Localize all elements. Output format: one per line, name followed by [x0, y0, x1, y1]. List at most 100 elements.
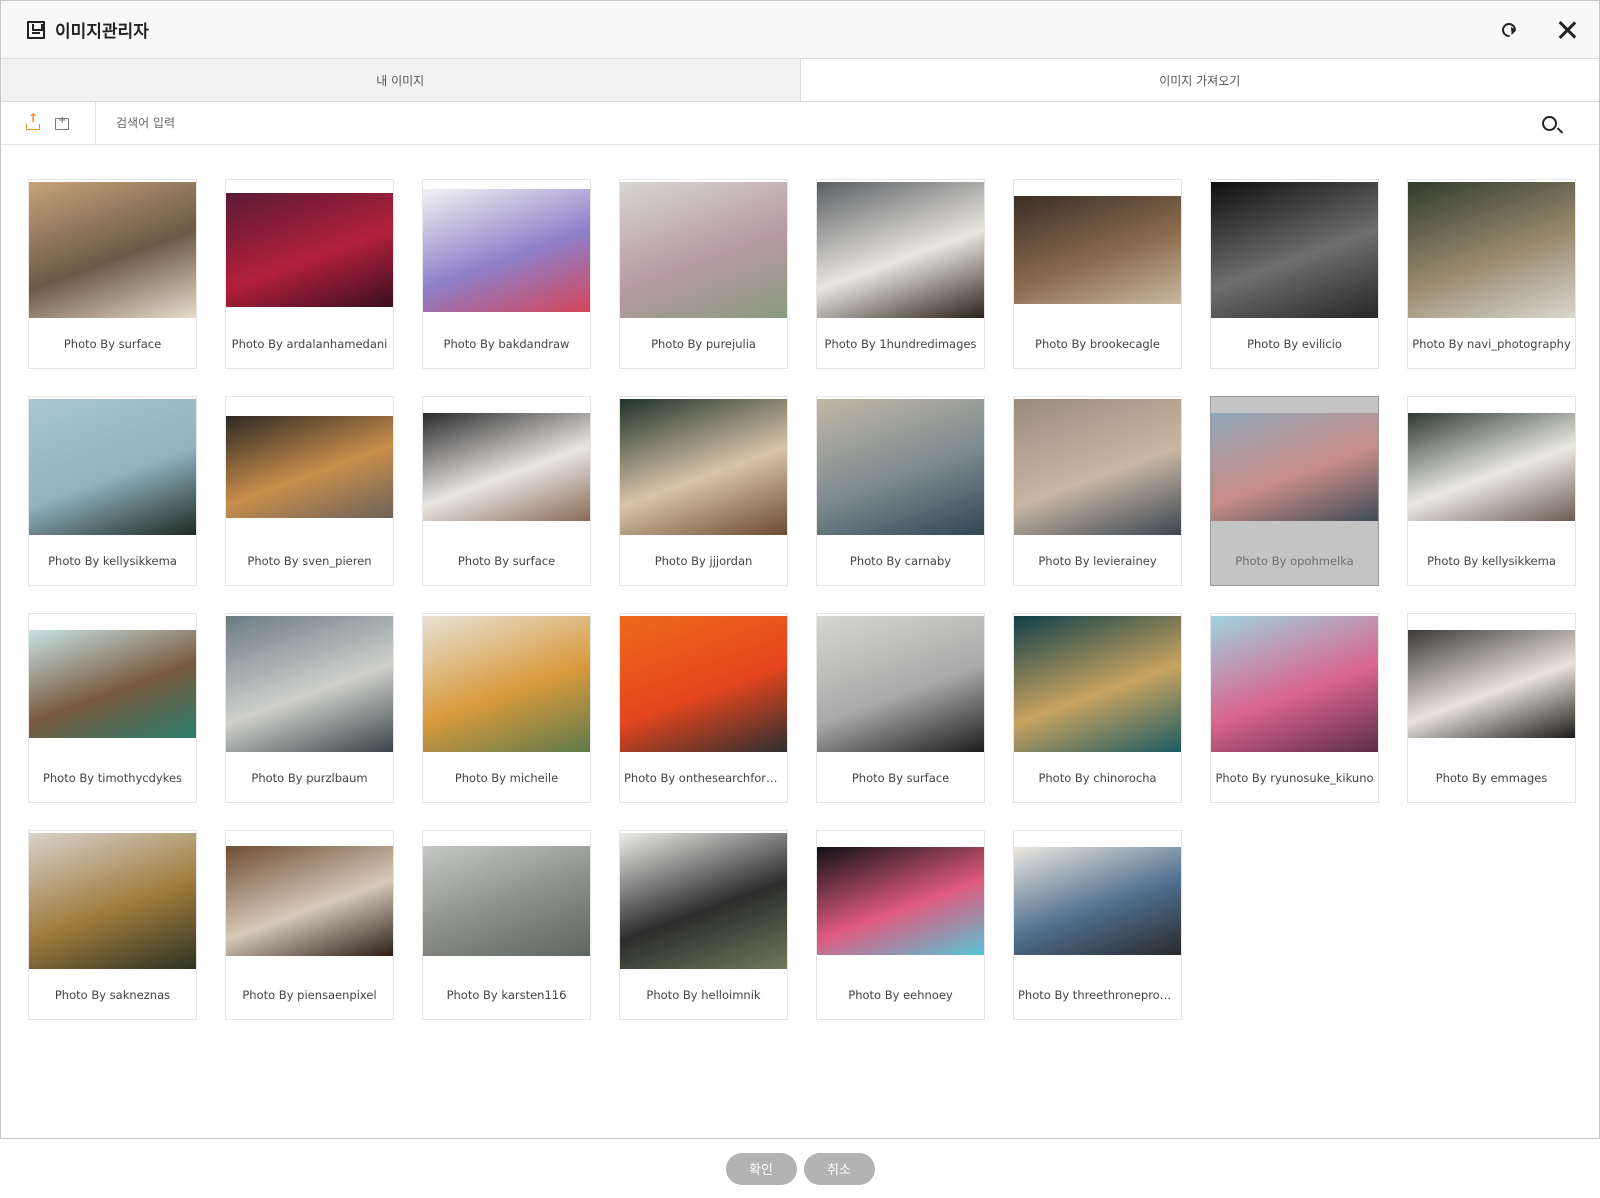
- image-thumbnail-frame: [29, 831, 196, 971]
- image-card[interactable]: Photo By surface: [422, 396, 591, 586]
- close-icon: [1558, 21, 1576, 39]
- image-thumbnail: [620, 182, 787, 318]
- image-caption-wrap: Photo By kellysikkema: [1408, 537, 1575, 585]
- image-caption-wrap: Photo By surface: [423, 537, 590, 585]
- image-caption: Photo By sakneznas: [54, 988, 171, 1002]
- image-thumbnail: [1408, 630, 1575, 738]
- image-caption: Photo By jjjordan: [654, 554, 753, 568]
- image-thumbnail: [29, 833, 196, 969]
- image-card[interactable]: Photo By navi_photography: [1407, 179, 1576, 369]
- image-card[interactable]: Photo By brookecagle: [1013, 179, 1182, 369]
- image-card[interactable]: Photo By carnaby: [816, 396, 985, 586]
- search-input[interactable]: [96, 102, 1529, 144]
- image-thumbnail-frame: [29, 397, 196, 537]
- image-caption-wrap: Photo By opohmelka: [1211, 537, 1378, 585]
- image-caption: Photo By surface: [457, 554, 556, 568]
- image-thumbnail-frame: [620, 831, 787, 971]
- image-thumbnail-frame: [1408, 180, 1575, 320]
- image-caption-wrap: Photo By ardalanhamedani: [226, 320, 393, 368]
- image-caption-wrap: Photo By threethroneproductions: [1014, 971, 1181, 1019]
- image-thumbnail: [620, 399, 787, 535]
- image-card[interactable]: Photo By ardalanhamedani: [225, 179, 394, 369]
- image-card[interactable]: Photo By sven_pieren: [225, 396, 394, 586]
- search-button[interactable]: [1529, 103, 1569, 143]
- image-card[interactable]: Photo By bakdandraw: [422, 179, 591, 369]
- image-thumbnail-frame: [620, 614, 787, 754]
- image-thumbnail: [817, 399, 984, 535]
- image-card[interactable]: Photo By levierainey: [1013, 396, 1182, 586]
- image-card[interactable]: Photo By purzlbaum: [225, 613, 394, 803]
- image-thumbnail-frame: [423, 614, 590, 754]
- image-thumbnail: [620, 616, 787, 752]
- image-card[interactable]: Photo By surface: [816, 613, 985, 803]
- toolbar: [1, 102, 1599, 145]
- image-card[interactable]: Photo By threethroneproductions: [1013, 830, 1182, 1020]
- image-thumbnail-frame: [226, 397, 393, 537]
- image-thumbnail-frame: [226, 614, 393, 754]
- image-caption: Photo By 1hundredimages: [824, 337, 977, 351]
- image-caption-wrap: Photo By eehnoey: [817, 971, 984, 1019]
- image-caption: Photo By sven_pieren: [247, 554, 372, 568]
- refresh-button[interactable]: [1491, 12, 1527, 48]
- image-caption-wrap: Photo By micheile: [423, 754, 590, 802]
- tool-icons: [1, 102, 96, 144]
- image-card[interactable]: Photo By sakneznas: [28, 830, 197, 1020]
- image-card[interactable]: Photo By kellysikkema: [1407, 396, 1576, 586]
- image-thumbnail: [423, 188, 590, 312]
- image-card[interactable]: Photo By purejulia: [619, 179, 788, 369]
- image-thumbnail-frame: [226, 180, 393, 320]
- image-card[interactable]: Photo By kellysikkema: [28, 396, 197, 586]
- image-thumbnail: [1014, 399, 1181, 535]
- image-card[interactable]: Photo By onthesearchforpixels: [619, 613, 788, 803]
- image-card[interactable]: Photo By 1hundredimages: [816, 179, 985, 369]
- image-thumbnail: [423, 846, 590, 956]
- image-thumbnail-frame: [423, 831, 590, 971]
- image-card[interactable]: Photo By timothycdykes: [28, 613, 197, 803]
- image-card[interactable]: Photo By piensaenpixel: [225, 830, 394, 1020]
- image-caption: Photo By karsten116: [446, 988, 567, 1002]
- footer: 확인 취소: [0, 1139, 1600, 1198]
- close-button[interactable]: [1549, 12, 1585, 48]
- image-card[interactable]: Photo By jjjordan: [619, 396, 788, 586]
- image-caption: Photo By navi_photography: [1412, 337, 1571, 351]
- image-card[interactable]: Photo By emmages: [1407, 613, 1576, 803]
- tab-my-images[interactable]: 내 이미지: [1, 59, 801, 101]
- dialog-title: 이미지관리자: [55, 22, 149, 42]
- image-card[interactable]: Photo By ryunosuke_kikuno: [1210, 613, 1379, 803]
- image-card[interactable]: Photo By eehnoey: [816, 830, 985, 1020]
- image-thumbnail-frame: [1211, 614, 1378, 754]
- image-thumbnail-frame: [817, 180, 984, 320]
- image-thumbnail: [1014, 847, 1181, 955]
- image-thumbnail-frame: [1408, 614, 1575, 754]
- image-caption-wrap: Photo By sakneznas: [29, 971, 196, 1019]
- upload-icon[interactable]: [25, 111, 41, 131]
- image-card[interactable]: Photo By surface: [28, 179, 197, 369]
- image-thumbnail-frame: [1014, 180, 1181, 320]
- image-card[interactable]: Photo By evilicio: [1210, 179, 1379, 369]
- image-thumbnail: [1014, 196, 1181, 304]
- image-caption: Photo By bakdandraw: [443, 337, 570, 351]
- image-card[interactable]: Photo By opohmelka: [1210, 396, 1379, 586]
- image-thumbnail: [1408, 413, 1575, 521]
- image-caption-wrap: Photo By purzlbaum: [226, 754, 393, 802]
- image-caption-wrap: Photo By ryunosuke_kikuno: [1211, 754, 1378, 802]
- image-caption: Photo By brookecagle: [1035, 337, 1160, 351]
- image-caption-wrap: Photo By surface: [29, 320, 196, 368]
- image-thumbnail: [620, 833, 787, 969]
- image-card[interactable]: Photo By karsten116: [422, 830, 591, 1020]
- image-caption-wrap: Photo By navi_photography: [1408, 320, 1575, 368]
- image-caption-wrap: Photo By onthesearchforpixels: [620, 754, 787, 802]
- tab-import-images[interactable]: 이미지 가져오기: [800, 59, 1599, 101]
- image-caption-wrap: Photo By jjjordan: [620, 537, 787, 585]
- image-caption: Photo By chinorocha: [1038, 771, 1157, 785]
- image-card[interactable]: Photo By micheile: [422, 613, 591, 803]
- image-caption: Photo By onthesearchforpixels: [624, 771, 783, 785]
- save-icon: [27, 20, 45, 39]
- image-thumbnail: [226, 416, 393, 518]
- confirm-button[interactable]: 확인: [725, 1152, 797, 1185]
- image-caption: Photo By carnaby: [849, 554, 952, 568]
- folder-add-icon[interactable]: [55, 115, 69, 130]
- cancel-button[interactable]: 취소: [803, 1152, 875, 1185]
- image-card[interactable]: Photo By chinorocha: [1013, 613, 1182, 803]
- image-card[interactable]: Photo By helloimnik: [619, 830, 788, 1020]
